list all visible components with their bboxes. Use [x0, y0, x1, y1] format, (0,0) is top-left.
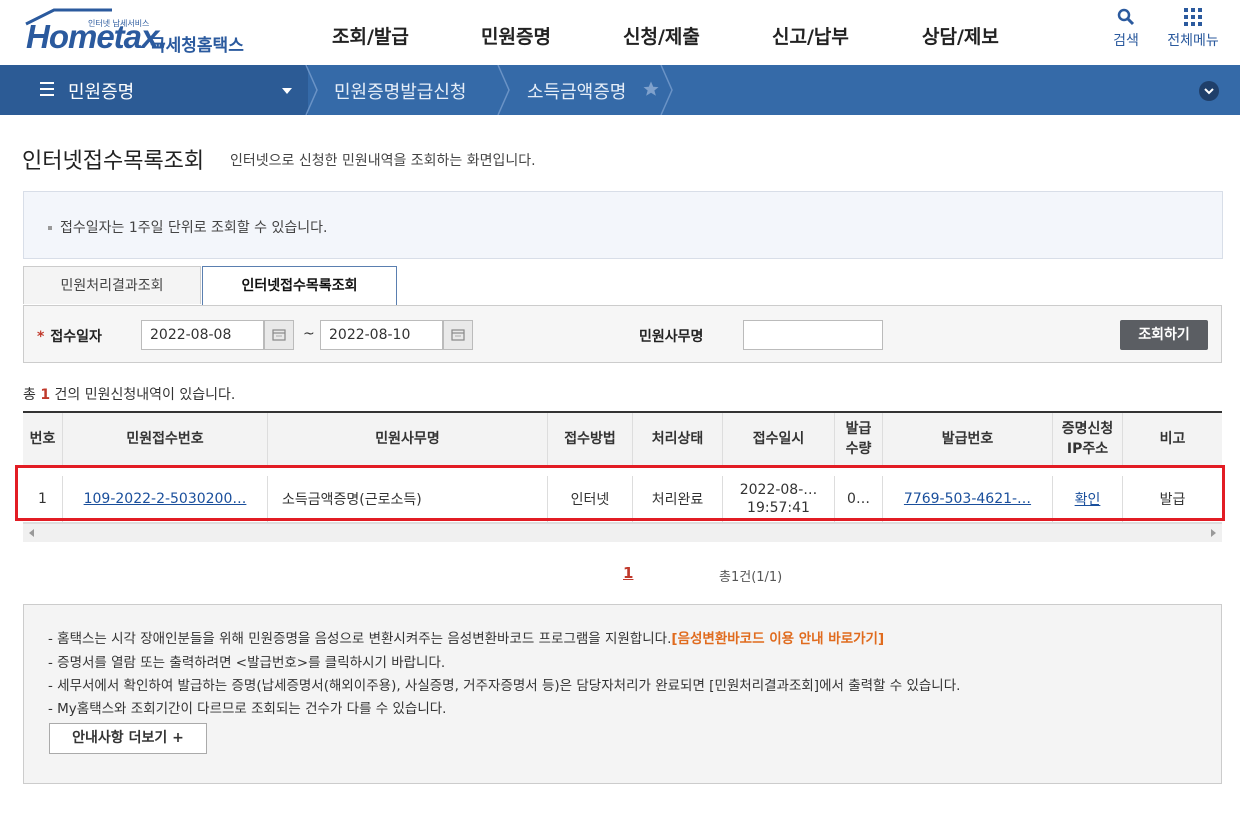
- notice-box: 접수일자는 1주일 단위로 조회할 수 있습니다.: [23, 191, 1223, 259]
- office-name-label: 민원사무명: [639, 329, 704, 345]
- search-icon: [1117, 8, 1135, 26]
- nav-apply-submit[interactable]: 신청/제출: [623, 22, 700, 49]
- guide-box: - 홈택스는 시각 장애인분들을 위해 민원증명을 음성으로 변환시켜주는 음성…: [23, 604, 1222, 784]
- scroll-right-icon[interactable]: [1211, 529, 1216, 537]
- horizontal-scrollbar[interactable]: [23, 523, 1222, 542]
- date-to-input[interactable]: 2022-08-10: [320, 320, 443, 350]
- col-header-issue-no: 발급번호: [883, 413, 1053, 465]
- logo-wordmark: Hometax.: [26, 18, 168, 55]
- col-header-status: 처리상태: [633, 413, 723, 465]
- breadcrumb-separator-icon: [660, 65, 673, 115]
- page-number-current[interactable]: 1: [623, 564, 633, 582]
- voice-barcode-link[interactable]: [음성변환바코드 이용 안내 바로가기]: [671, 631, 884, 647]
- col-header-office: 민원사무명: [268, 413, 548, 465]
- bullet-icon: [48, 226, 52, 230]
- col-header-remark: 비고: [1159, 431, 1186, 447]
- top-header: 인터넷 납세서비스 Hometax. 국세청홈택스 조회/발급 민원증명 신청/…: [0, 0, 1240, 65]
- nav-report-pay[interactable]: 신고/납부: [772, 22, 849, 49]
- logo-korean-name: 국세청홈택스: [150, 36, 244, 56]
- page-description: 인터넷으로 신청한 민원내역을 조회하는 화면입니다.: [230, 153, 536, 169]
- guide-line-3: - 세무서에서 확인하여 발급하는 증명(납세증명서(해외이주용), 사실증명,…: [48, 678, 961, 694]
- menu-dropdown-label: 민원증명: [68, 82, 135, 103]
- result-count: 총 1 건의 민원신청내역이 있습니다.: [23, 387, 236, 403]
- tab-internet-receipt-list[interactable]: 인터넷접수목록조회: [202, 266, 397, 306]
- hometax-logo[interactable]: 인터넷 납세서비스 Hometax. 국세청홈택스: [22, 6, 252, 56]
- search-conditions: * 접수일자 2022-08-08 ~ 2022-08-10 민원사무명 조회하기: [23, 305, 1222, 363]
- search-label: 검색: [1113, 33, 1139, 49]
- breadcrumb-issue-request[interactable]: 민원증명발급신청: [334, 78, 466, 104]
- date-from-input[interactable]: 2022-08-08: [141, 320, 264, 350]
- menu-dropdown[interactable]: 민원증명: [0, 65, 308, 115]
- breadcrumb-income-certificate[interactable]: 소득금액증명: [527, 78, 626, 104]
- star-favorite-icon[interactable]: [642, 80, 660, 98]
- search-submit-button[interactable]: 조회하기: [1120, 320, 1208, 350]
- nav-consult-report[interactable]: 상담/제보: [922, 22, 999, 49]
- grid-menu-icon: [1184, 8, 1202, 26]
- search-button[interactable]: 검색: [1108, 8, 1144, 50]
- result-count-number: 1: [40, 387, 51, 403]
- nav-lookup-issue[interactable]: 조회/발급: [332, 22, 409, 49]
- hamburger-icon: [40, 82, 54, 96]
- location-bar: 민원증명 민원증명발급신청 소득금액증명: [0, 65, 1240, 115]
- more-guide-button[interactable]: 안내사항 더보기 +: [49, 723, 207, 754]
- col-header-method: 접수방법: [548, 413, 633, 465]
- col-header-receipt-no: 민원접수번호: [63, 413, 268, 465]
- required-mark: *: [37, 329, 45, 345]
- page-total: 총1건(1/1): [719, 570, 783, 585]
- tab-result-lookup[interactable]: 민원처리결과조회: [23, 266, 201, 304]
- col-header-no: 번호: [23, 413, 63, 465]
- col-header-qty: 발급 수량: [835, 413, 883, 465]
- calendar-icon[interactable]: [443, 320, 473, 350]
- all-menu-button[interactable]: 전체메뉴: [1161, 8, 1225, 50]
- caret-down-icon: [282, 88, 292, 94]
- guide-line-1: - 홈택스는 시각 장애인분들을 위해 민원증명을 음성으로 변환시켜주는 음성…: [48, 631, 885, 647]
- breadcrumb-separator-icon: [497, 65, 510, 115]
- guide-line-4: - My홈택스와 조회기간이 다르므로 조회되는 건수가 다를 수 있습니다.: [48, 701, 447, 717]
- highlight-box: [15, 465, 1225, 521]
- chevron-down-icon: [1204, 88, 1214, 95]
- notice-text: 접수일자는 1주일 단위로 조회할 수 있습니다.: [60, 220, 328, 236]
- page-title: 인터넷접수목록조회: [22, 149, 205, 174]
- receipt-date-label: * 접수일자: [37, 329, 102, 345]
- col-header-ip: 증명신청 IP주소: [1053, 413, 1123, 465]
- date-range-separator: ~: [303, 326, 315, 342]
- office-name-input[interactable]: [743, 320, 883, 350]
- all-menu-label: 전체메뉴: [1167, 33, 1219, 49]
- guide-line-2: - 증명서를 열람 또는 출력하려면 <발급번호>를 클릭하시기 바랍니다.: [48, 655, 446, 671]
- calendar-icon[interactable]: [264, 320, 294, 350]
- expand-location-button[interactable]: [1199, 81, 1219, 101]
- col-header-date: 접수일시: [723, 413, 835, 465]
- scroll-left-icon[interactable]: [29, 529, 34, 537]
- breadcrumb-separator-icon: [305, 65, 318, 115]
- table-header: 번호 민원접수번호 민원사무명 접수방법 처리상태 접수일시 발급 수량 발급번…: [23, 413, 1222, 466]
- nav-civil-certificate[interactable]: 민원증명: [481, 22, 551, 49]
